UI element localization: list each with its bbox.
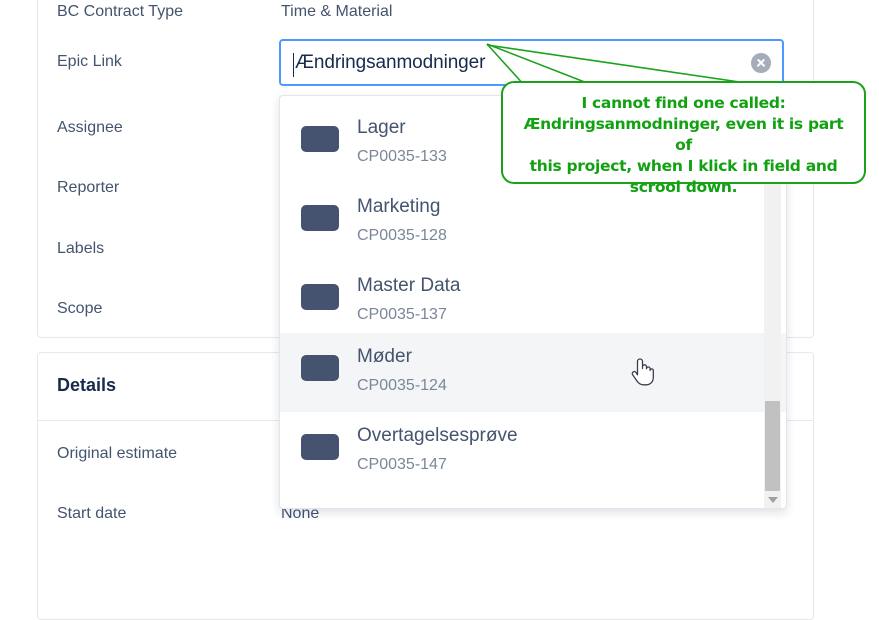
dropdown-option-name: Møder	[357, 346, 412, 367]
dropdown-option-name: Overtagelsesprøve	[357, 425, 518, 446]
field-value-bc-contract-type[interactable]: Time & Material	[281, 0, 392, 26]
dropdown-option-key: CP0035-137	[357, 306, 447, 323]
field-label-reporter: Reporter	[57, 179, 120, 196]
dropdown-option-master-data[interactable]: Master Data CP0035-137	[280, 262, 786, 341]
dropdown-option-overtagelsesprove[interactable]: Overtagelsesprøve CP0035-147	[280, 412, 786, 491]
epic-icon	[301, 434, 339, 460]
epic-icon	[301, 355, 339, 381]
scroll-down-arrow-icon[interactable]	[764, 491, 781, 508]
scrollbar-thumb[interactable]	[765, 401, 780, 491]
dropdown-option-key: CP0035-147	[357, 456, 447, 473]
epic-icon	[301, 126, 339, 152]
field-label-original-estimate: Original estimate	[57, 445, 178, 462]
epic-icon	[301, 205, 339, 231]
dropdown-option-name: Master Data	[357, 275, 461, 296]
clear-circle-icon[interactable]	[751, 52, 771, 73]
dropdown-option-key: CP0035-133	[357, 148, 447, 165]
pointing-hand-cursor	[631, 358, 654, 386]
annotation-callout: I cannot find one called: Ændringsanmodni…	[501, 81, 866, 196]
field-label-assignee: Assignee	[57, 119, 123, 136]
details-panel-title: Details	[57, 375, 117, 395]
epic-link-input-wrapper[interactable]: Ændringsanmodninger	[279, 39, 784, 86]
dropdown-option-name: Marketing	[357, 196, 441, 217]
field-label-bc-contract-type: BC Contract Type	[57, 3, 183, 20]
epic-link-input-value[interactable]: Ændringsanmodninger	[295, 52, 485, 74]
field-row-bc-contract-type: BC Contract Type Time & Material	[38, 0, 813, 26]
field-label-epic-link: Epic Link	[57, 53, 122, 70]
field-label-start-date: Start date	[57, 505, 127, 522]
field-label-labels: Labels	[57, 240, 105, 257]
dropdown-option-moder[interactable]: Møder CP0035-124	[280, 333, 786, 412]
field-label-scope: Scope	[57, 300, 103, 317]
dropdown-option-key: CP0035-124	[357, 377, 447, 394]
dropdown-option-name: Lager	[357, 117, 406, 138]
epic-icon	[301, 284, 339, 310]
dropdown-option-key: CP0035-128	[357, 227, 447, 244]
text-caret	[293, 53, 294, 77]
annotation-callout-text: I cannot find one called: Ændringsanmodni…	[523, 94, 844, 196]
